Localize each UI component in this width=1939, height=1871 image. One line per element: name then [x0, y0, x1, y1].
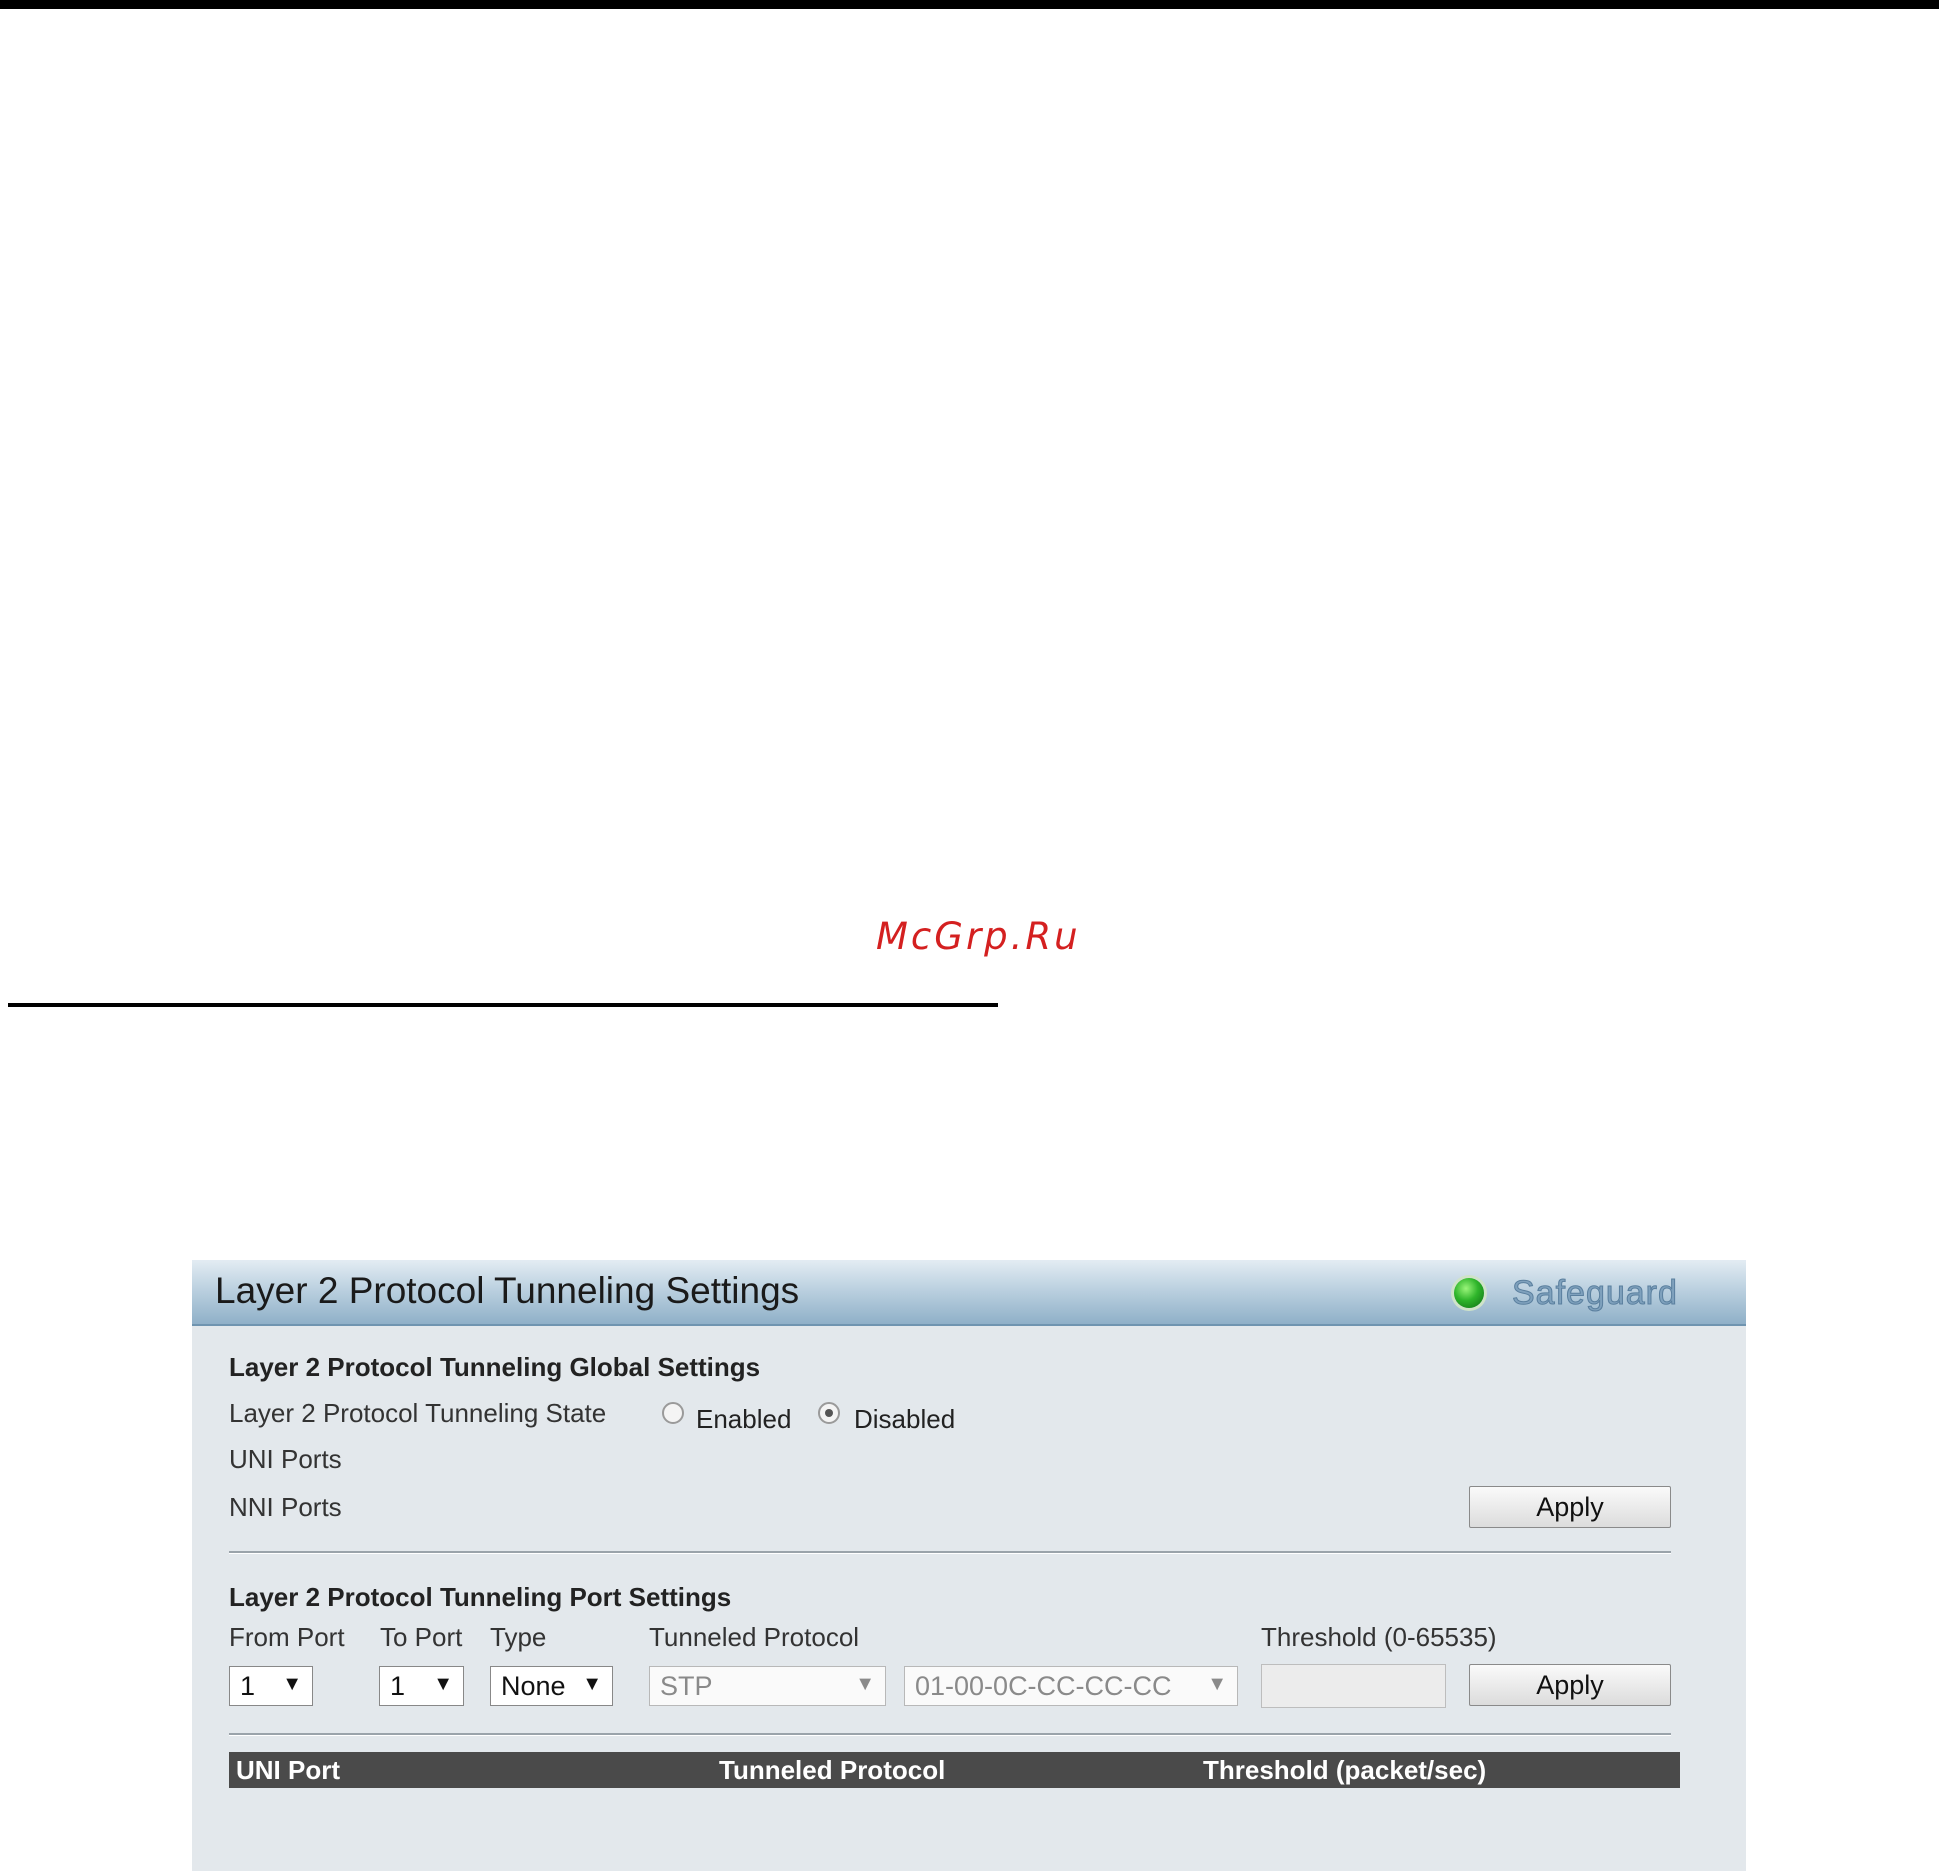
- section-divider: [229, 1551, 1671, 1554]
- to-port-select[interactable]: 1 ▼: [379, 1666, 464, 1706]
- top-rule: [0, 0, 1939, 9]
- settings-panel: Layer 2 Protocol Tunneling Settings Safe…: [192, 1260, 1746, 1871]
- tunneling-table-header: UNI Port Tunneled Protocol Threshold (pa…: [229, 1752, 1680, 1788]
- column-header-tunneled-protocol: Tunneled Protocol: [719, 1755, 946, 1785]
- mac-address-select[interactable]: 01-00-0C-CC-CC-CC ▼: [904, 1666, 1238, 1706]
- type-value: None: [501, 1670, 566, 1701]
- watermark: McGrp.Ru: [876, 915, 1081, 958]
- chevron-down-icon: ▼: [855, 1673, 875, 1695]
- safeguard-status-led-icon: [1454, 1278, 1484, 1308]
- threshold-input[interactable]: [1261, 1664, 1446, 1708]
- mac-value: 01-00-0C-CC-CC-CC: [915, 1670, 1172, 1701]
- to-port-label: To Port: [380, 1622, 463, 1652]
- column-header-threshold: Threshold (packet/sec): [1203, 1755, 1487, 1785]
- state-disabled-label[interactable]: Disabled: [854, 1404, 955, 1435]
- section-divider: [229, 1733, 1671, 1736]
- from-port-select[interactable]: 1 ▼: [229, 1666, 313, 1706]
- panel-header: Layer 2 Protocol Tunneling Settings Safe…: [192, 1260, 1746, 1326]
- from-port-label: From Port: [229, 1622, 345, 1652]
- tunneling-state-label: Layer 2 Protocol Tunneling State: [229, 1398, 607, 1428]
- protocol-value: STP: [660, 1670, 713, 1701]
- type-select[interactable]: None ▼: [490, 1666, 613, 1706]
- chevron-down-icon: ▼: [582, 1673, 602, 1695]
- threshold-label: Threshold (0-65535): [1261, 1622, 1497, 1652]
- tunneled-protocol-select[interactable]: STP ▼: [649, 1666, 886, 1706]
- tunneled-protocol-label: Tunneled Protocol: [649, 1622, 860, 1652]
- type-label: Type: [490, 1622, 547, 1652]
- global-apply-button[interactable]: Apply: [1469, 1486, 1671, 1528]
- port-settings-title: Layer 2 Protocol Tunneling Port Settings: [229, 1582, 732, 1612]
- chevron-down-icon: ▼: [1207, 1673, 1227, 1695]
- state-disabled-radio[interactable]: [818, 1402, 840, 1424]
- port-apply-button[interactable]: Apply: [1469, 1664, 1671, 1706]
- to-port-value: 1: [390, 1670, 406, 1701]
- global-settings-title: Layer 2 Protocol Tunneling Global Settin…: [229, 1352, 761, 1382]
- uni-ports-label: UNI Ports: [229, 1444, 342, 1474]
- state-enabled-radio[interactable]: [662, 1402, 684, 1424]
- state-enabled-label[interactable]: Enabled: [696, 1404, 791, 1435]
- page-title: Layer 2 Protocol Tunneling Settings: [215, 1270, 800, 1311]
- chevron-down-icon: ▼: [433, 1673, 453, 1695]
- nni-ports-label: NNI Ports: [229, 1492, 342, 1522]
- from-port-value: 1: [240, 1670, 256, 1701]
- chevron-down-icon: ▼: [282, 1673, 302, 1695]
- section-rule: [8, 1003, 998, 1007]
- column-header-uni-port: UNI Port: [236, 1755, 340, 1785]
- safeguard-label: Safeguard: [1512, 1274, 1678, 1313]
